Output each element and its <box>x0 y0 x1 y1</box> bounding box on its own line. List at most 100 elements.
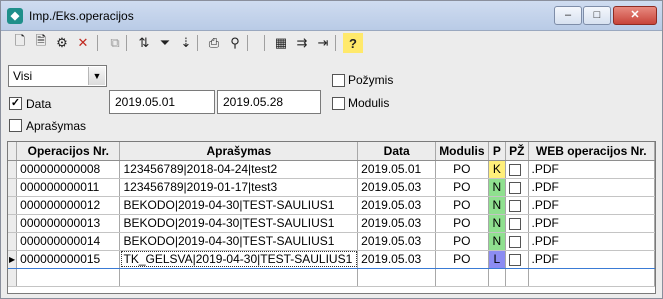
app-logo-icon: ◆ <box>7 8 23 24</box>
column-header-pz[interactable]: PŽ <box>505 142 529 161</box>
type-select-value: Visi <box>13 69 33 83</box>
add-grid-icon[interactable]: ▦ <box>271 33 291 53</box>
cell-pz[interactable] <box>505 249 529 269</box>
copy-icon[interactable]: ⧉ <box>105 33 125 53</box>
insert-column-icon[interactable]: ⇥ <box>313 33 333 53</box>
pz-checkbox[interactable] <box>509 199 522 212</box>
cell-p: N <box>488 178 507 197</box>
data-checkbox[interactable]: ✓ <box>9 97 22 110</box>
cell-pz[interactable] <box>505 178 529 197</box>
row-indicator <box>8 232 18 251</box>
pz-checkbox[interactable] <box>509 181 522 194</box>
toolbar: 🗋 🗎 ⚙ ✕ ⧉ ⇅ ⏷ ⇣ ⎙ ⚲ ▦ ⇉ ⇥? <box>7 32 657 54</box>
column-header-data[interactable]: Data <box>357 142 437 161</box>
pozymis-checkbox[interactable] <box>332 74 345 87</box>
cell-pz[interactable] <box>505 160 529 179</box>
row-indicator: ▶ <box>8 249 18 269</box>
new-document-icon[interactable]: 🗋 <box>10 33 30 53</box>
cell-operacijos-nr: 000000000015 <box>16 249 121 269</box>
cell-p: N <box>488 196 507 215</box>
modulis-checkbox[interactable] <box>332 97 345 110</box>
empty-row <box>8 268 655 287</box>
cell-pz[interactable] <box>505 232 529 251</box>
grid-header-row: Operacijos Nr. Aprašymas Data Modulis P … <box>8 142 655 161</box>
modulis-label: Modulis <box>348 96 390 110</box>
find-icon[interactable]: ⚲ <box>225 33 245 53</box>
cell-p: N <box>488 232 507 251</box>
filter-icon[interactable]: ⏷ <box>155 33 175 53</box>
column-header-p[interactable]: P <box>488 142 507 161</box>
column-header-modulis[interactable]: Modulis <box>435 142 489 161</box>
aprasymas-label: Aprašymas <box>26 119 87 133</box>
pz-checkbox[interactable] <box>509 163 522 176</box>
row-indicator <box>8 214 18 233</box>
title-bar[interactable]: ◆ Imp./Eks.operacijos – □ ✕ <box>1 1 662 31</box>
column-header-web-operacijos-nr[interactable]: WEB operacijos Nr. <box>528 142 655 161</box>
maximize-button[interactable]: □ <box>583 6 611 25</box>
row-indicator <box>8 160 18 179</box>
edit-document-icon[interactable]: 🗎 <box>31 33 51 53</box>
pz-checkbox[interactable] <box>509 253 522 266</box>
date-to-input[interactable]: 2019.05.28 <box>217 90 321 114</box>
cell-operacijos-nr: 000000000012 <box>16 196 121 215</box>
cell-operacijos-nr: 000000000013 <box>16 214 121 233</box>
pz-checkbox[interactable] <box>509 217 522 230</box>
move-grid-icon[interactable]: ⇉ <box>292 33 312 53</box>
row-indicator <box>8 178 18 197</box>
cell-data: 2019.05.03 <box>357 196 437 215</box>
cell-p: N <box>488 214 507 233</box>
cell-pz[interactable] <box>505 214 529 233</box>
column-header-aprasymas[interactable]: Aprašymas <box>119 142 359 161</box>
cell-modulis: PO <box>435 178 489 197</box>
empty-cell <box>16 268 121 287</box>
close-button[interactable]: ✕ <box>613 6 657 25</box>
toolbar-separator <box>197 35 198 51</box>
cell-aprasymas: 123456789|2019-01-17|test3 <box>119 178 359 197</box>
minimize-button[interactable]: – <box>554 6 582 25</box>
date-from-input[interactable]: 2019.05.01 <box>109 90 215 114</box>
window-title: Imp./Eks.operacijos <box>29 9 134 23</box>
table-row[interactable]: 000000000012 BEKODO|2019-04-30|TEST-SAULI… <box>8 196 655 215</box>
column-header-operacijos-nr[interactable]: Operacijos Nr. <box>16 142 121 161</box>
cell-modulis: PO <box>435 160 489 179</box>
cell-modulis: PO <box>435 214 489 233</box>
cell-operacijos-nr: 000000000008 <box>16 160 121 179</box>
table-row[interactable]: 000000000013 BEKODO|2019-04-30|TEST-SAULI… <box>8 214 655 233</box>
cell-pz[interactable] <box>505 196 529 215</box>
pz-checkbox[interactable] <box>509 235 522 248</box>
sort-icon[interactable]: ⇅ <box>134 33 154 53</box>
cell-p: K <box>488 160 507 179</box>
aprasymas-checkbox[interactable] <box>9 119 22 132</box>
empty-cell <box>119 268 359 287</box>
row-indicator <box>8 196 18 215</box>
cell-data: 2019.05.03 <box>357 232 437 251</box>
cell-operacijos-nr: 000000000011 <box>16 178 121 197</box>
toolbar-separator <box>97 35 98 51</box>
cell-aprasymas: BEKODO|2019-04-30|TEST-SAULIUS1 <box>119 196 359 215</box>
pozymis-label: Požymis <box>348 73 394 87</box>
table-row[interactable]: ▶ 000000000015 TK_GELSVA|2019-04-30|TEST-S… <box>8 249 655 269</box>
table-row[interactable]: 000000000008 123456789|2018-04-24|test2 20… <box>8 160 655 179</box>
print-icon[interactable]: ⎙ <box>204 33 224 53</box>
empty-cell <box>357 268 437 287</box>
data-label: Data <box>26 97 52 111</box>
table-row[interactable]: 000000000011 123456789|2019-01-17|test3 20… <box>8 178 655 197</box>
delete-icon[interactable]: ✕ <box>73 33 93 53</box>
properties-icon[interactable]: ⚙ <box>52 33 72 53</box>
sort-az-icon[interactable]: ⇣ <box>176 33 196 53</box>
app-window: ◆ Imp./Eks.operacijos – □ ✕ 🗋 🗎 ⚙ ✕ ⧉ ⇅ ⏷ ⇣ ⎙ ⚲ ▦ ⇉… <box>0 0 663 299</box>
cell-data: 2019.05.03 <box>357 249 437 269</box>
type-select[interactable]: Visi ▼ <box>8 65 107 87</box>
cell-modulis: PO <box>435 249 489 269</box>
operations-grid[interactable]: Operacijos Nr. Aprašymas Data Modulis P … <box>7 141 656 294</box>
cell-aprasymas: TK_GELSVA|2019-04-30|TEST-SAULIUS1 <box>119 249 359 269</box>
chevron-down-icon[interactable]: ▼ <box>88 67 105 85</box>
cell-aprasymas: 123456789|2018-04-24|test2 <box>119 160 359 179</box>
empty-cell <box>435 268 489 287</box>
help-icon[interactable]: ? <box>343 33 363 53</box>
cell-web-operacijos-nr: .PDF <box>528 178 655 197</box>
operations-table: Operacijos Nr. Aprašymas Data Modulis P … <box>8 142 655 287</box>
row-indicator-header <box>8 142 18 161</box>
table-row[interactable]: 000000000014 BEKODO|2019-04-30|TEST-SAULI… <box>8 232 655 251</box>
toolbar-separator <box>264 35 265 51</box>
